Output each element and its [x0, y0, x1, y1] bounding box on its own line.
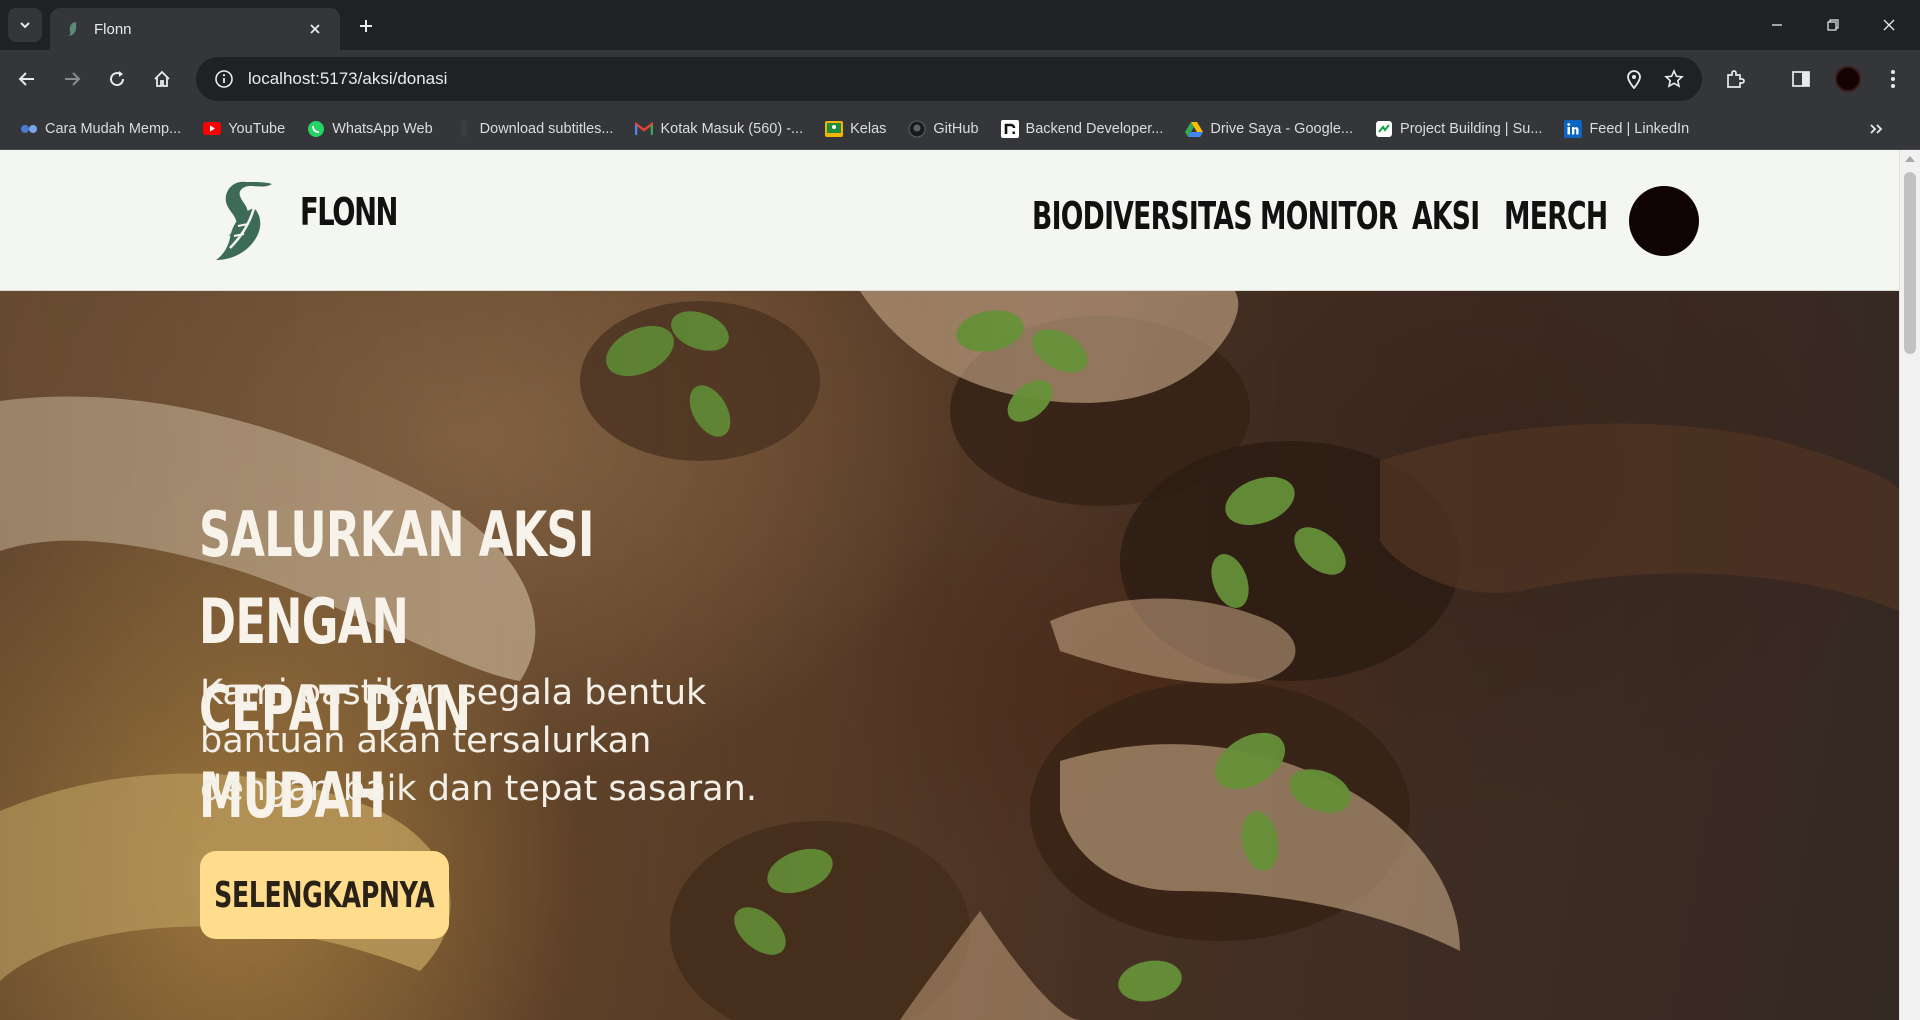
bookmark-item[interactable]: Cara Mudah Memp...	[12, 113, 189, 145]
close-tab-icon[interactable]	[304, 18, 326, 40]
hero-section: SALURKAN AKSI DENGAN CEPAT DAN MUDAH Kam…	[0, 291, 1899, 1020]
bookmark-label: Kelas	[850, 120, 887, 137]
page-icon	[455, 120, 473, 138]
nav-merch[interactable]: MERCH	[1504, 194, 1608, 238]
bookmark-star-icon[interactable]	[1654, 57, 1694, 101]
bookmarks-bar: Cara Mudah Memp... YouTube WhatsApp Web …	[0, 108, 1920, 150]
forward-button[interactable]	[54, 61, 90, 97]
bookmark-label: Backend Developer...	[1025, 120, 1164, 137]
selengkapnya-button[interactable]: SELENGKAPNYA	[200, 851, 449, 939]
reload-icon	[110, 71, 125, 87]
scroll-thumb[interactable]	[1904, 172, 1916, 354]
github-icon	[908, 120, 926, 138]
bookmark-item[interactable]: YouTube	[195, 113, 293, 145]
bookmark-label: Download subtitles...	[479, 120, 614, 137]
flonn-logo-icon[interactable]	[208, 174, 278, 264]
reload-button[interactable]	[99, 61, 135, 97]
restore-icon	[1827, 19, 1839, 31]
close-window-button[interactable]	[1866, 8, 1912, 42]
bookmark-label: Cara Mudah Memp...	[45, 120, 182, 137]
double-chevron-right-icon	[1870, 124, 1883, 134]
plus-icon	[360, 20, 372, 32]
close-icon	[1883, 19, 1895, 31]
restore-button[interactable]	[1810, 8, 1856, 42]
bookmark-item[interactable]: Kelas	[817, 113, 894, 145]
bookmark-label: Project Building | Su...	[1400, 120, 1543, 137]
page-scrollbar[interactable]	[1899, 150, 1920, 1020]
tab-search-button[interactable]	[8, 8, 42, 42]
side-panel-icon[interactable]	[1783, 61, 1819, 97]
profile-avatar[interactable]	[1835, 66, 1861, 92]
tab-title: Flonn	[94, 20, 132, 38]
cta-label: SELENGKAPNYA	[214, 874, 435, 916]
bookmark-item[interactable]: Kotak Masuk (560) -...	[627, 113, 811, 145]
site-header: FLONN BIODIVERSITAS MONITOR AKSI MERCH	[0, 150, 1899, 291]
bookmark-item[interactable]: GitHub	[900, 113, 986, 145]
minimize-icon	[1772, 24, 1782, 26]
bookmark-label: WhatsApp Web	[332, 120, 433, 137]
bookmark-item[interactable]: Project Building | Su...	[1367, 113, 1550, 145]
browser-titlebar: Flonn	[0, 0, 1920, 50]
linkedin-icon	[1564, 119, 1583, 138]
site-info-icon[interactable]	[204, 57, 244, 101]
address-bar[interactable]: localhost:5173/aksi/donasi	[196, 57, 1702, 101]
page-viewport: FLONN BIODIVERSITAS MONITOR AKSI MERCH S…	[0, 150, 1920, 1020]
gmail-icon	[635, 120, 654, 138]
bookmark-item[interactable]: Drive Saya - Google...	[1177, 113, 1361, 145]
drive-icon	[1185, 120, 1204, 138]
hero-subtitle: Kami pastikan segala bentuk bantuan akan…	[200, 673, 757, 809]
url-text[interactable]: localhost:5173/aksi/donasi	[248, 69, 1614, 89]
bookmark-item[interactable]: Feed | LinkedIn	[1556, 113, 1697, 145]
menu-kebab-icon[interactable]	[1875, 61, 1911, 97]
bookmark-label: Drive Saya - Google...	[1210, 120, 1354, 137]
classroom-icon	[825, 120, 844, 138]
project-icon	[1375, 120, 1393, 138]
location-pin-icon[interactable]	[1614, 57, 1654, 101]
home-icon	[154, 70, 170, 87]
minimize-button[interactable]	[1754, 8, 1800, 42]
bookmarks-overflow-button[interactable]	[1860, 113, 1892, 145]
user-avatar[interactable]	[1629, 186, 1699, 256]
home-button[interactable]	[144, 61, 180, 97]
arrow-right-icon	[65, 72, 81, 86]
nav-monitor[interactable]: MONITOR	[1260, 194, 1398, 238]
link-icon	[20, 120, 38, 138]
browser-tab[interactable]: Flonn	[50, 8, 340, 50]
flonn-favicon-icon	[64, 20, 82, 38]
dicoding-icon	[1000, 119, 1019, 138]
bookmark-item[interactable]: Backend Developer...	[993, 113, 1172, 145]
youtube-icon	[203, 120, 222, 138]
whatsapp-icon	[307, 120, 325, 138]
back-button[interactable]	[9, 61, 45, 97]
browser-toolbar: localhost:5173/aksi/donasi	[0, 50, 1920, 108]
new-tab-button[interactable]	[352, 12, 380, 40]
arrow-left-icon	[18, 72, 34, 86]
bookmark-item[interactable]: Download subtitles...	[447, 113, 622, 145]
brand-name[interactable]: FLONN	[300, 190, 398, 234]
scroll-up-arrow-icon[interactable]	[1905, 156, 1915, 162]
nav-aksi[interactable]: AKSI	[1412, 194, 1480, 238]
bookmark-item[interactable]: WhatsApp Web	[299, 113, 440, 145]
chevron-down-icon	[20, 22, 30, 29]
extensions-icon[interactable]	[1717, 61, 1753, 97]
nav-biodiversitas[interactable]: BIODIVERSITAS	[1032, 194, 1252, 238]
bookmark-label: Kotak Masuk (560) -...	[660, 120, 804, 137]
bookmark-label: YouTube	[228, 120, 286, 137]
bookmark-label: GitHub	[933, 120, 979, 137]
bookmark-label: Feed | LinkedIn	[1589, 120, 1690, 137]
